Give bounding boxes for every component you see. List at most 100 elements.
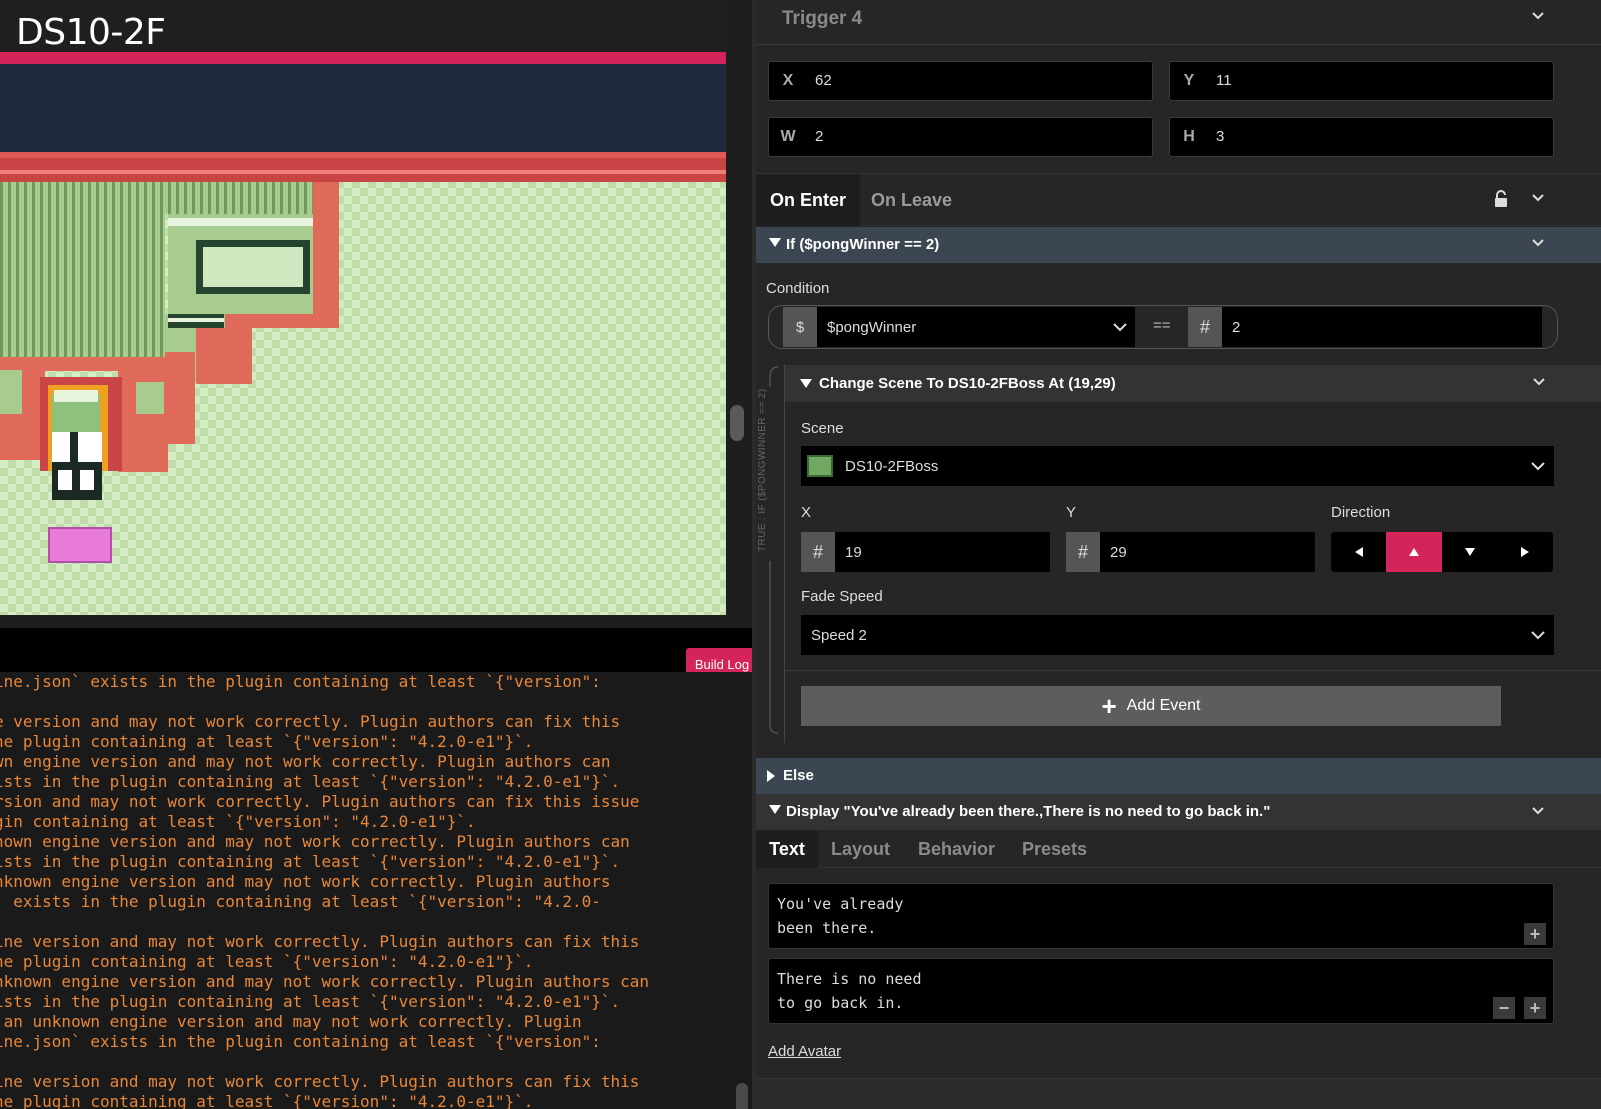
console-line: nknown engine version and may not work c… — [0, 872, 611, 891]
tab-presets[interactable]: Presets — [1022, 830, 1087, 868]
bottom-strip — [756, 1078, 1601, 1109]
change-scene-event: Change Scene To DS10-2FBoss At (19,29) S… — [784, 365, 1601, 743]
collapse-triangle-icon[interactable] — [800, 379, 812, 388]
lock-icon[interactable] — [1494, 190, 1508, 208]
add-avatar-link[interactable]: Add Avatar — [768, 1043, 841, 1060]
condition-row: $ $pongWinner == # 2 — [768, 305, 1558, 349]
h-label: H — [1183, 128, 1195, 145]
collapse-triangle-icon[interactable] — [769, 238, 781, 247]
chevron-down-icon[interactable] — [1532, 10, 1544, 22]
chevron-down-icon — [1531, 629, 1545, 641]
canvas-scrollbar[interactable] — [730, 405, 744, 441]
dest-y-type-badge[interactable]: # — [1066, 532, 1100, 572]
x-label: X — [782, 72, 794, 89]
scene-label: Scene — [801, 420, 844, 437]
y-label: Y — [1183, 72, 1195, 89]
dialogue-text-input-2[interactable]: There is no need to go back in. — [768, 958, 1554, 1024]
chevron-down-icon[interactable] — [1532, 192, 1544, 204]
scene-header: DS10-2F — [0, 0, 726, 53]
console-line: wn engine version and may not work corre… — [0, 752, 611, 771]
fade-speed-value: Speed 2 — [811, 626, 867, 644]
dialogue-text-input-1[interactable]: You've already been there. — [768, 883, 1554, 949]
scene-select[interactable]: DS10-2FBoss — [801, 446, 1554, 486]
chevron-down-icon[interactable] — [1532, 805, 1544, 817]
chevron-down-icon[interactable] — [1533, 376, 1545, 388]
else-block-title: Else — [783, 767, 814, 784]
console-line: ists in the plugin containing at least `… — [0, 772, 621, 791]
scene-title[interactable]: DS10-2F — [16, 12, 166, 53]
console-line: e version and may not work correctly. Pl… — [0, 712, 621, 731]
trigger-coordinates: X 62 Y 11 W 2 H 3 — [756, 46, 1601, 174]
scene-canvas[interactable] — [0, 52, 726, 615]
fade-speed-label: Fade Speed — [801, 588, 883, 605]
console-toolbar — [0, 628, 752, 672]
trigger-header[interactable]: Trigger 4 — [756, 0, 1601, 45]
console-line: nknown engine version and may not work c… — [0, 972, 650, 991]
console-line: ine version and may not work correctly. … — [0, 1072, 640, 1091]
dest-x-type-badge[interactable]: # — [801, 532, 835, 572]
display-event-header[interactable]: Display "You've already been there.,Ther… — [756, 794, 1601, 830]
plus-icon: + — [1101, 691, 1117, 721]
chevron-down-icon — [1113, 321, 1127, 333]
console-line: he plugin containing at least `{"version… — [0, 732, 534, 751]
comparison-operator[interactable]: == — [1153, 317, 1171, 334]
console-line: ine.json` exists in the plugin containin… — [0, 672, 601, 691]
variable-type-badge[interactable]: $ — [783, 307, 817, 347]
direction-up-button[interactable] — [1386, 532, 1442, 572]
dest-x-input[interactable]: 19 — [835, 532, 1050, 572]
scene-map-graphic[interactable] — [0, 52, 726, 615]
direction-down-button[interactable] — [1442, 532, 1498, 572]
condition-label: Condition — [766, 280, 830, 297]
condition-value-input[interactable]: 2 — [1222, 307, 1542, 347]
tab-layout[interactable]: Layout — [831, 830, 890, 868]
trigger-x-field[interactable]: X 62 — [768, 61, 1153, 101]
variable-select[interactable]: $pongWinner — [817, 307, 1135, 347]
dest-y-label: Y — [1066, 504, 1077, 521]
add-text-button[interactable]: + — [1524, 997, 1546, 1019]
expand-triangle-icon[interactable] — [767, 770, 775, 782]
arrow-up-icon — [1409, 548, 1419, 556]
add-event-button[interactable]: + Add Event — [801, 686, 1501, 726]
arrow-down-icon — [1465, 548, 1475, 556]
y-value: 11 — [1216, 72, 1232, 89]
console-scrollbar[interactable] — [736, 1083, 748, 1109]
build-console: ine.json` exists in the plugin containin… — [0, 672, 752, 1109]
add-event-label: Add Event — [1126, 697, 1201, 714]
console-line: ine.json` exists in the plugin containin… — [0, 1032, 601, 1051]
console-line: ists in the plugin containing at least `… — [0, 992, 621, 1011]
add-text-button[interactable]: + — [1524, 923, 1546, 945]
remove-text-button[interactable]: − — [1493, 997, 1515, 1019]
tab-behavior[interactable]: Behavior — [918, 830, 995, 868]
change-scene-header[interactable]: Change Scene To DS10-2FBoss At (19,29) — [785, 365, 1601, 402]
chevron-down-icon — [1531, 460, 1545, 472]
fade-speed-select[interactable]: Speed 2 — [801, 615, 1554, 655]
tab-on-enter[interactable]: On Enter — [756, 174, 860, 226]
arrow-right-icon — [1521, 547, 1529, 557]
console-line: ine version and may not work correctly. … — [0, 932, 640, 951]
arrow-left-icon — [1355, 547, 1363, 557]
console-line: he plugin containing at least `{"version… — [0, 1092, 534, 1109]
collapse-triangle-icon[interactable] — [769, 805, 781, 814]
else-block-header[interactable]: Else — [756, 758, 1601, 794]
chevron-down-icon[interactable] — [1532, 237, 1544, 249]
trigger-y-field[interactable]: Y 11 — [1169, 61, 1554, 101]
change-scene-title: Change Scene To DS10-2FBoss At (19,29) — [819, 375, 1116, 392]
value-type-badge[interactable]: # — [1188, 307, 1222, 347]
direction-selector — [1331, 532, 1553, 572]
scene-thumbnail-icon — [807, 455, 833, 477]
trigger-width-field[interactable]: W 2 — [768, 117, 1153, 157]
direction-left-button[interactable] — [1331, 532, 1387, 572]
if-block-header[interactable]: If ($pongWinner == 2) — [756, 227, 1601, 263]
dest-y-input[interactable]: 29 — [1100, 532, 1315, 572]
variable-name: $pongWinner — [827, 318, 917, 336]
console-line: he plugin containing at least `{"version… — [0, 952, 534, 971]
tab-on-leave[interactable]: On Leave — [871, 174, 952, 226]
tab-text[interactable]: Text — [756, 830, 818, 868]
trigger-title[interactable]: Trigger 4 — [782, 8, 862, 30]
direction-label: Direction — [1331, 504, 1391, 521]
display-event-title: Display "You've already been there.,Ther… — [786, 803, 1271, 820]
display-tabs: Text Layout Behavior Presets — [756, 830, 1601, 868]
trigger-height-field[interactable]: H 3 — [1169, 117, 1554, 157]
direction-right-button[interactable] — [1497, 532, 1553, 572]
